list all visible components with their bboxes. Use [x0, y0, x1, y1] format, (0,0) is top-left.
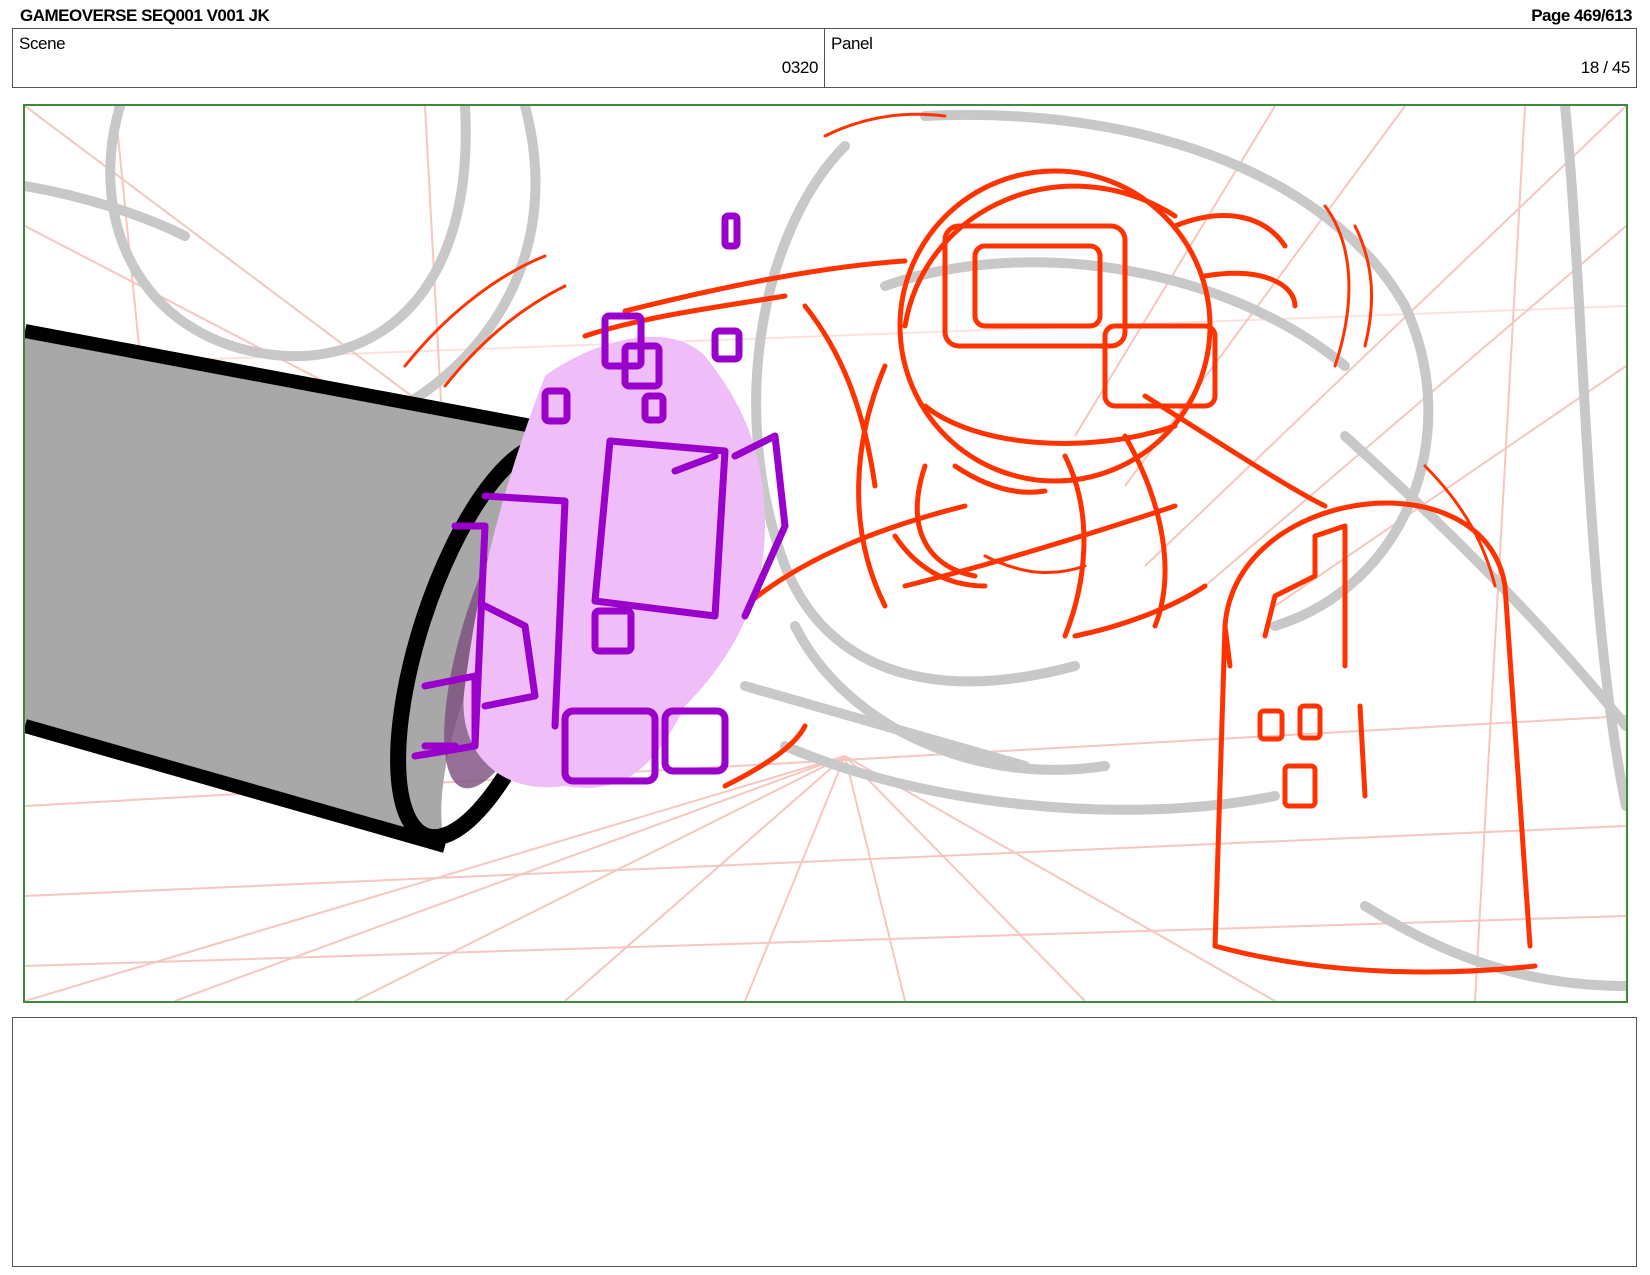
- storyboard-sketch: [25, 106, 1626, 1001]
- storyboard-panel-frame: [23, 104, 1628, 1003]
- document-title: GAMEOVERSE SEQ001 V001 JK: [20, 6, 270, 25]
- panel-number: 18 / 45: [1580, 58, 1631, 77]
- scene-cell: Scene 0320: [13, 29, 824, 87]
- panel-label: Panel: [831, 34, 873, 53]
- scene-number: 0320: [781, 58, 819, 77]
- scene-panel-info: Scene 0320 Panel 18 / 45: [12, 28, 1637, 88]
- scene-label: Scene: [19, 34, 66, 53]
- panel-notes-box: [12, 1017, 1637, 1267]
- page-number: Page 469/613: [1531, 6, 1632, 25]
- panel-cell: Panel 18 / 45: [824, 29, 1636, 87]
